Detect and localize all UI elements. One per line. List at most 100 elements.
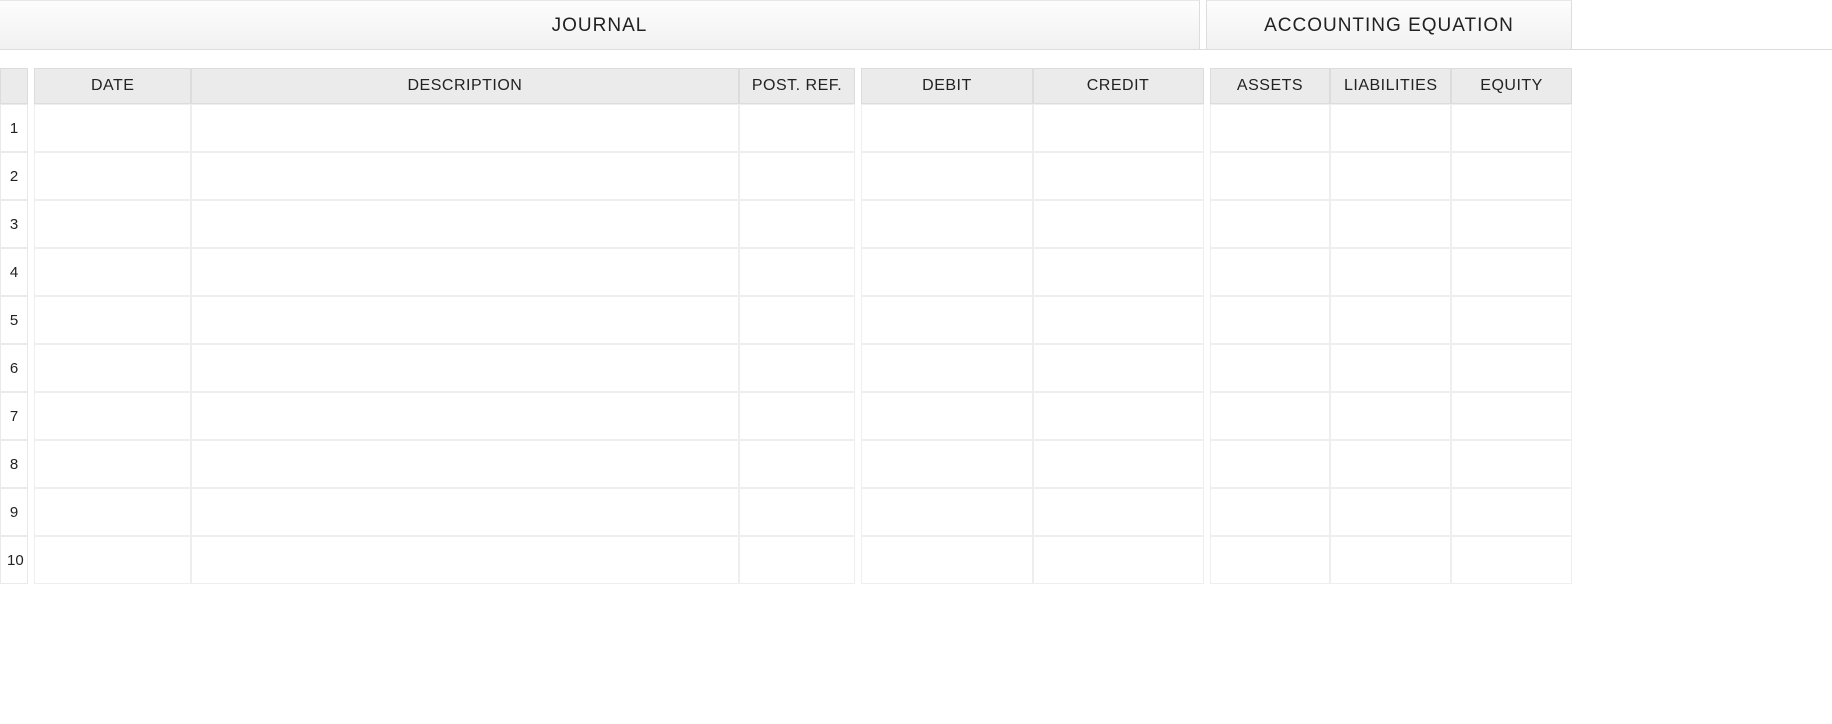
cell-description[interactable]	[191, 248, 738, 296]
table-row: 10	[0, 536, 1572, 584]
table-row: 3	[0, 200, 1572, 248]
row-number: 5	[0, 296, 28, 344]
cell-post-ref[interactable]	[739, 536, 856, 584]
cell-equity[interactable]	[1451, 536, 1572, 584]
cell-description[interactable]	[191, 392, 738, 440]
cell-liabilities[interactable]	[1330, 536, 1451, 584]
cell-date[interactable]	[34, 392, 191, 440]
cell-debit[interactable]	[861, 200, 1032, 248]
cell-assets[interactable]	[1210, 104, 1331, 152]
header-debit[interactable]: DEBIT	[861, 68, 1032, 104]
table-row: 5	[0, 296, 1572, 344]
cell-debit[interactable]	[861, 488, 1032, 536]
cell-credit[interactable]	[1033, 248, 1204, 296]
row-number: 8	[0, 440, 28, 488]
cell-assets[interactable]	[1210, 248, 1331, 296]
cell-assets[interactable]	[1210, 392, 1331, 440]
cell-post-ref[interactable]	[739, 248, 856, 296]
cell-post-ref[interactable]	[739, 152, 856, 200]
cell-description[interactable]	[191, 488, 738, 536]
cell-equity[interactable]	[1451, 152, 1572, 200]
cell-credit[interactable]	[1033, 536, 1204, 584]
cell-debit[interactable]	[861, 152, 1032, 200]
cell-date[interactable]	[34, 152, 191, 200]
cell-liabilities[interactable]	[1330, 152, 1451, 200]
cell-description[interactable]	[191, 152, 738, 200]
cell-assets[interactable]	[1210, 488, 1331, 536]
row-number: 9	[0, 488, 28, 536]
cell-credit[interactable]	[1033, 296, 1204, 344]
cell-liabilities[interactable]	[1330, 104, 1451, 152]
cell-equity[interactable]	[1451, 296, 1572, 344]
cell-liabilities[interactable]	[1330, 488, 1451, 536]
cell-post-ref[interactable]	[739, 392, 856, 440]
cell-date[interactable]	[34, 488, 191, 536]
cell-debit[interactable]	[861, 296, 1032, 344]
cell-assets[interactable]	[1210, 296, 1331, 344]
cell-credit[interactable]	[1033, 200, 1204, 248]
cell-liabilities[interactable]	[1330, 440, 1451, 488]
header-credit[interactable]: CREDIT	[1033, 68, 1204, 104]
cell-assets[interactable]	[1210, 536, 1331, 584]
row-number: 6	[0, 344, 28, 392]
cell-date[interactable]	[34, 248, 191, 296]
header-rownum	[0, 68, 28, 104]
cell-post-ref[interactable]	[739, 488, 856, 536]
row-number: 7	[0, 392, 28, 440]
header-assets[interactable]: ASSETS	[1210, 68, 1331, 104]
cell-equity[interactable]	[1451, 200, 1572, 248]
cell-debit[interactable]	[861, 104, 1032, 152]
cell-liabilities[interactable]	[1330, 392, 1451, 440]
cell-liabilities[interactable]	[1330, 200, 1451, 248]
cell-liabilities[interactable]	[1330, 344, 1451, 392]
cell-credit[interactable]	[1033, 392, 1204, 440]
cell-assets[interactable]	[1210, 344, 1331, 392]
cell-assets[interactable]	[1210, 152, 1331, 200]
cell-debit[interactable]	[861, 536, 1032, 584]
header-post-ref[interactable]: POST. REF.	[739, 68, 856, 104]
cell-equity[interactable]	[1451, 344, 1572, 392]
cell-equity[interactable]	[1451, 440, 1572, 488]
cell-debit[interactable]	[861, 440, 1032, 488]
cell-assets[interactable]	[1210, 200, 1331, 248]
cell-date[interactable]	[34, 296, 191, 344]
cell-credit[interactable]	[1033, 440, 1204, 488]
cell-post-ref[interactable]	[739, 344, 856, 392]
header-description[interactable]: DESCRIPTION	[191, 68, 738, 104]
cell-equity[interactable]	[1451, 104, 1572, 152]
row-number: 2	[0, 152, 28, 200]
cell-credit[interactable]	[1033, 104, 1204, 152]
cell-liabilities[interactable]	[1330, 296, 1451, 344]
cell-date[interactable]	[34, 440, 191, 488]
cell-post-ref[interactable]	[739, 200, 856, 248]
cell-credit[interactable]	[1033, 488, 1204, 536]
cell-date[interactable]	[34, 200, 191, 248]
tab-journal[interactable]: JOURNAL	[0, 0, 1200, 49]
cell-credit[interactable]	[1033, 344, 1204, 392]
cell-description[interactable]	[191, 536, 738, 584]
cell-post-ref[interactable]	[739, 440, 856, 488]
header-equity[interactable]: EQUITY	[1451, 68, 1572, 104]
cell-description[interactable]	[191, 104, 738, 152]
cell-debit[interactable]	[861, 344, 1032, 392]
cell-date[interactable]	[34, 344, 191, 392]
cell-equity[interactable]	[1451, 488, 1572, 536]
header-date[interactable]: DATE	[34, 68, 191, 104]
cell-description[interactable]	[191, 200, 738, 248]
cell-description[interactable]	[191, 296, 738, 344]
header-liabilities[interactable]: LIABILITIES	[1330, 68, 1451, 104]
cell-assets[interactable]	[1210, 440, 1331, 488]
cell-liabilities[interactable]	[1330, 248, 1451, 296]
cell-equity[interactable]	[1451, 248, 1572, 296]
tab-accounting-equation[interactable]: ACCOUNTING EQUATION	[1206, 0, 1572, 49]
cell-post-ref[interactable]	[739, 296, 856, 344]
cell-description[interactable]	[191, 440, 738, 488]
cell-date[interactable]	[34, 104, 191, 152]
cell-credit[interactable]	[1033, 152, 1204, 200]
cell-post-ref[interactable]	[739, 104, 856, 152]
cell-date[interactable]	[34, 536, 191, 584]
cell-equity[interactable]	[1451, 392, 1572, 440]
cell-debit[interactable]	[861, 248, 1032, 296]
cell-debit[interactable]	[861, 392, 1032, 440]
cell-description[interactable]	[191, 344, 738, 392]
